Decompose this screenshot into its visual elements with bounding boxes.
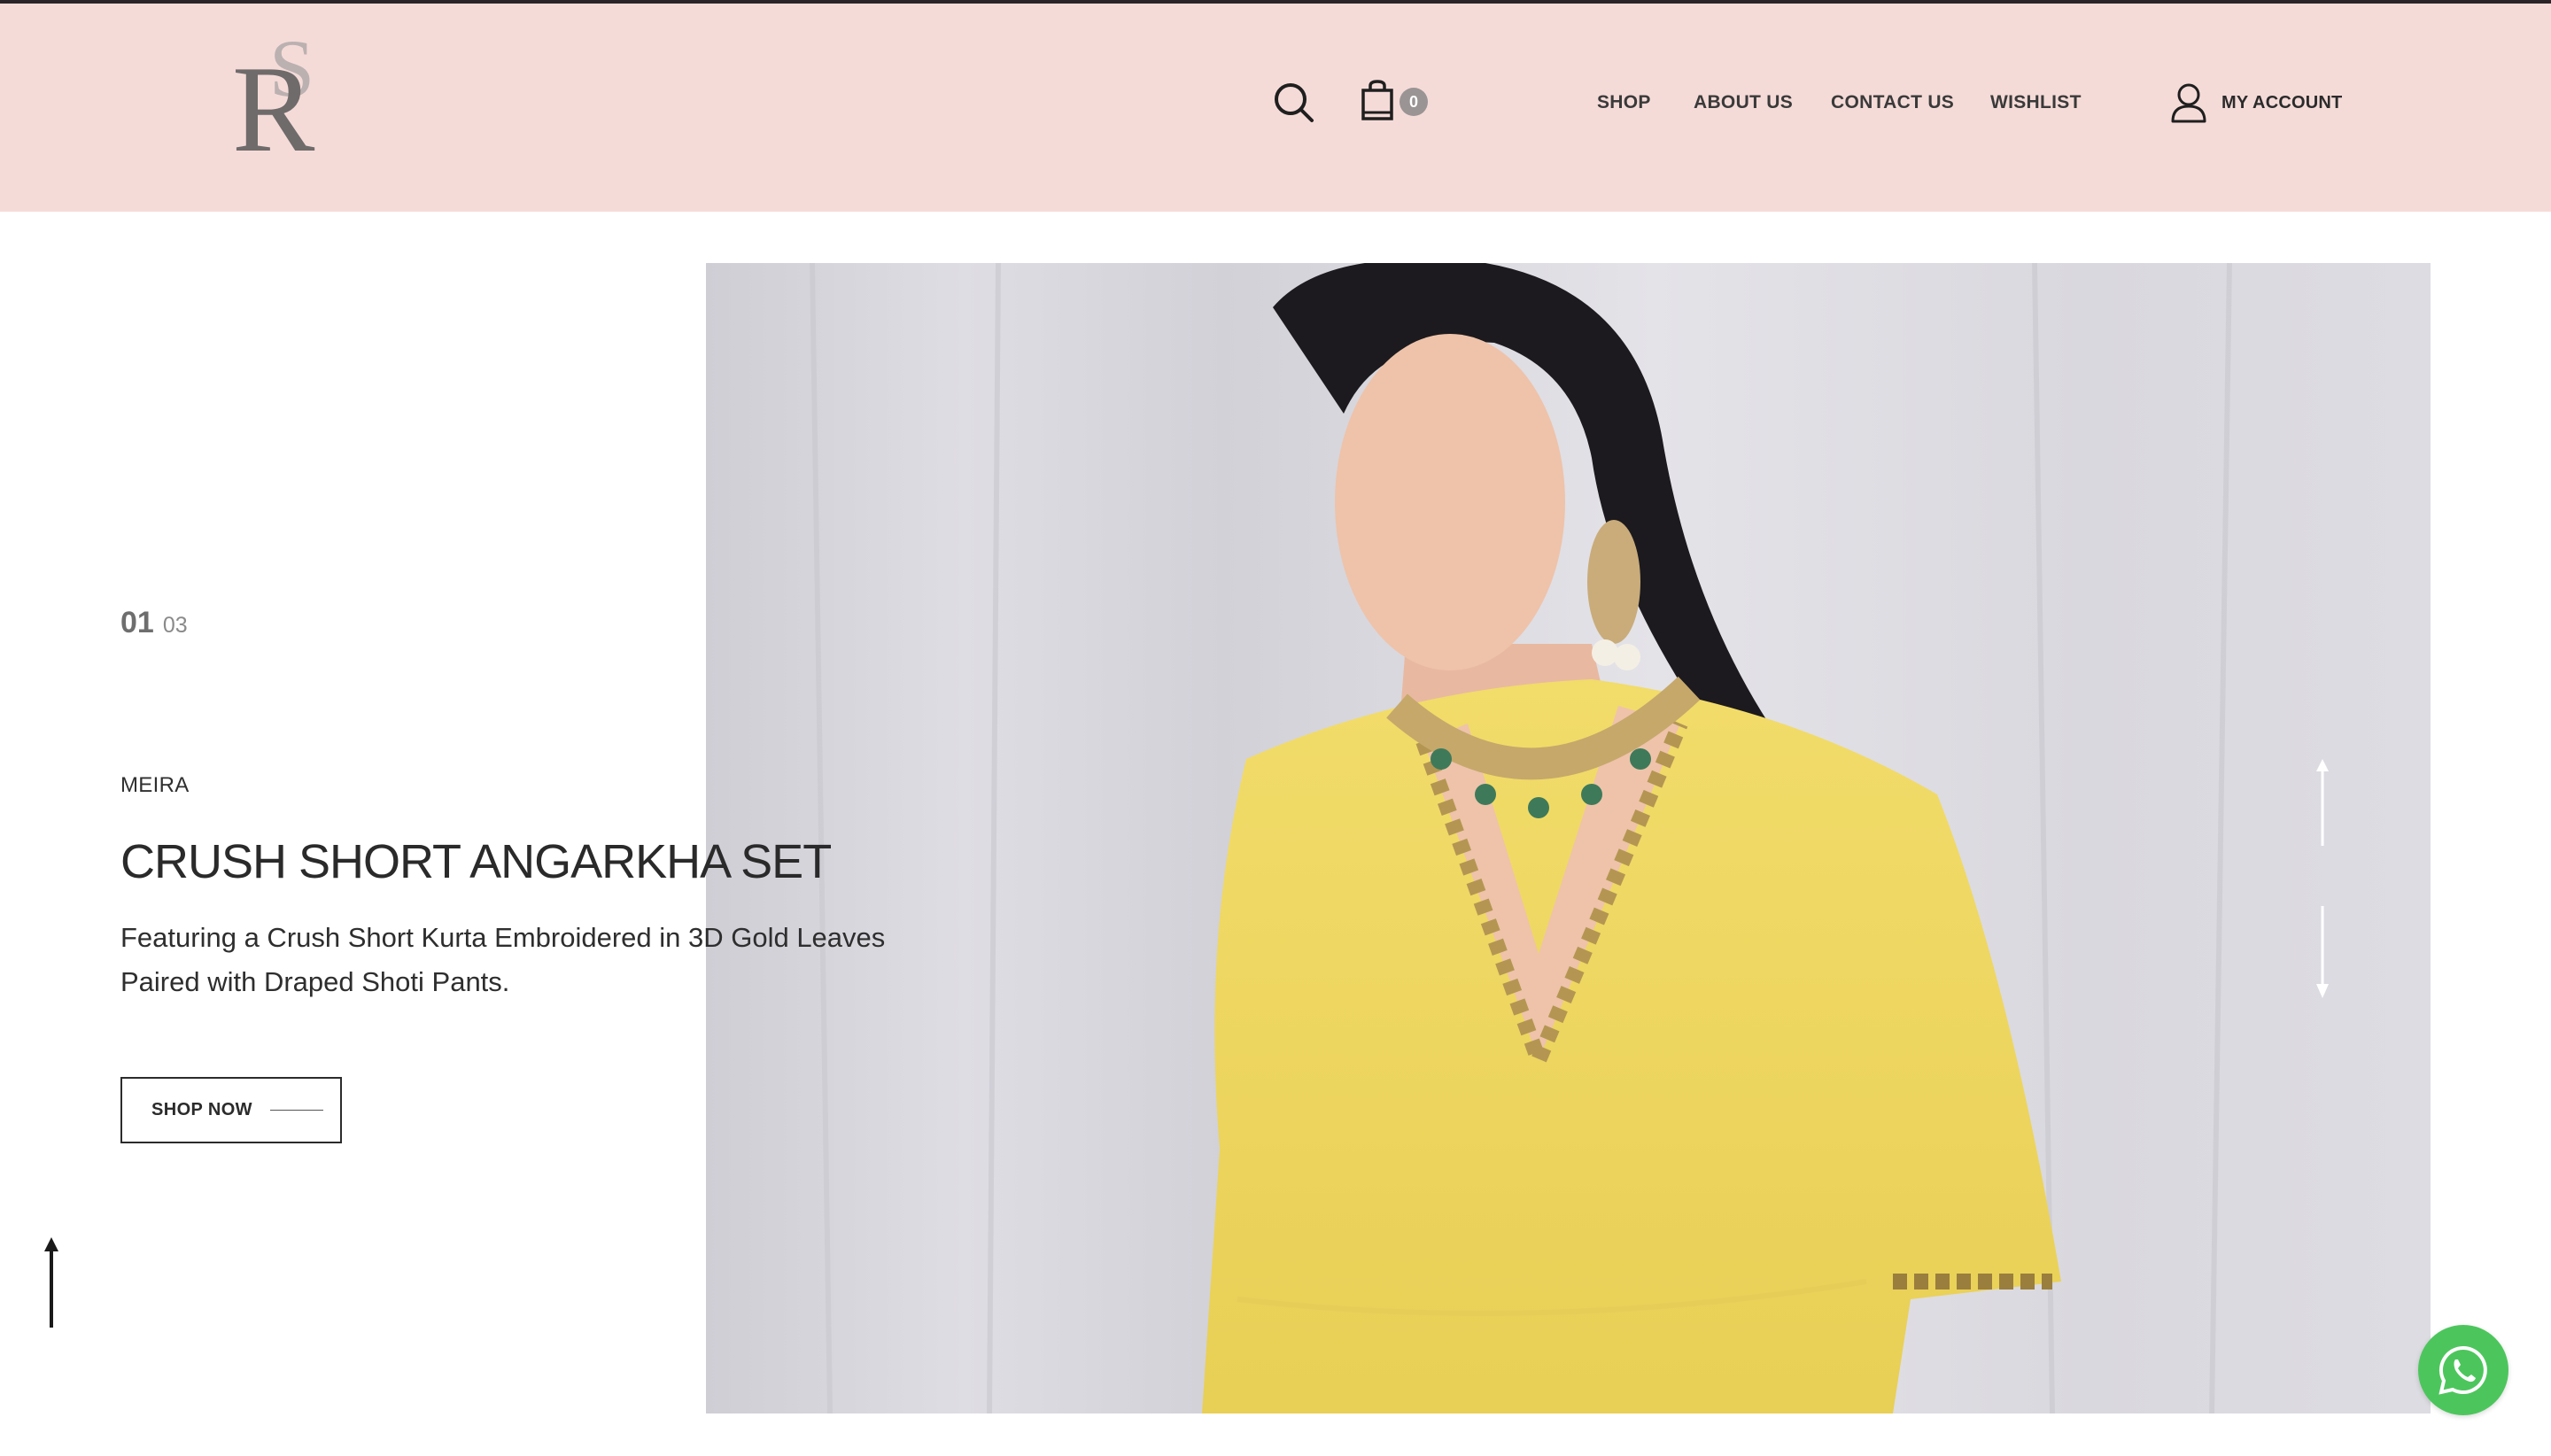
cart-button[interactable]: 0 bbox=[1361, 80, 1435, 126]
svg-text:R: R bbox=[232, 41, 315, 159]
nav-wishlist[interactable]: WISHLIST bbox=[1990, 92, 2082, 113]
shop-now-label: SHOP NOW bbox=[151, 1100, 252, 1119]
slide-total-number: 03 bbox=[162, 613, 188, 638]
user-icon bbox=[2171, 83, 2206, 123]
whatsapp-chat-button[interactable] bbox=[2418, 1325, 2508, 1415]
product-brand: MEIRA bbox=[120, 773, 190, 797]
shopping-bag-icon bbox=[1361, 80, 1393, 120]
slider-next-arrow-icon[interactable] bbox=[2314, 906, 2331, 1000]
scroll-top-arrow-icon[interactable] bbox=[39, 1235, 64, 1329]
nav-shop[interactable]: SHOP bbox=[1597, 92, 1651, 113]
slide-counter: 01 03 bbox=[120, 606, 188, 640]
shop-now-button[interactable]: SHOP NOW bbox=[120, 1077, 342, 1143]
my-account-label: MY ACCOUNT bbox=[2221, 92, 2343, 112]
nav-contact-us[interactable]: CONTACT US bbox=[1831, 92, 1954, 113]
shop-now-line bbox=[269, 1110, 323, 1111]
my-account-button[interactable]: MY ACCOUNT bbox=[2170, 81, 2342, 124]
slide-current-number: 01 bbox=[120, 606, 154, 639]
product-description: Featuring a Crush Short Kurta Embroidere… bbox=[120, 922, 886, 997]
whatsapp-icon bbox=[2439, 1345, 2487, 1395]
rs-monogram-logo[interactable]: S R bbox=[232, 18, 330, 178]
cart-count-badge: 0 bbox=[1400, 88, 1428, 116]
product-title: CRUSH SHORT ANGARKHA SET bbox=[120, 835, 832, 888]
search-icon[interactable] bbox=[1273, 81, 1315, 124]
nav-about-us[interactable]: ABOUT US bbox=[1694, 92, 1793, 113]
slider-prev-arrow-icon[interactable] bbox=[2314, 757, 2331, 848]
site-header: S R 0 SHOP ABOUT US CONTACT US WISHLIST … bbox=[0, 4, 2551, 212]
hero-image bbox=[706, 263, 2431, 1413]
